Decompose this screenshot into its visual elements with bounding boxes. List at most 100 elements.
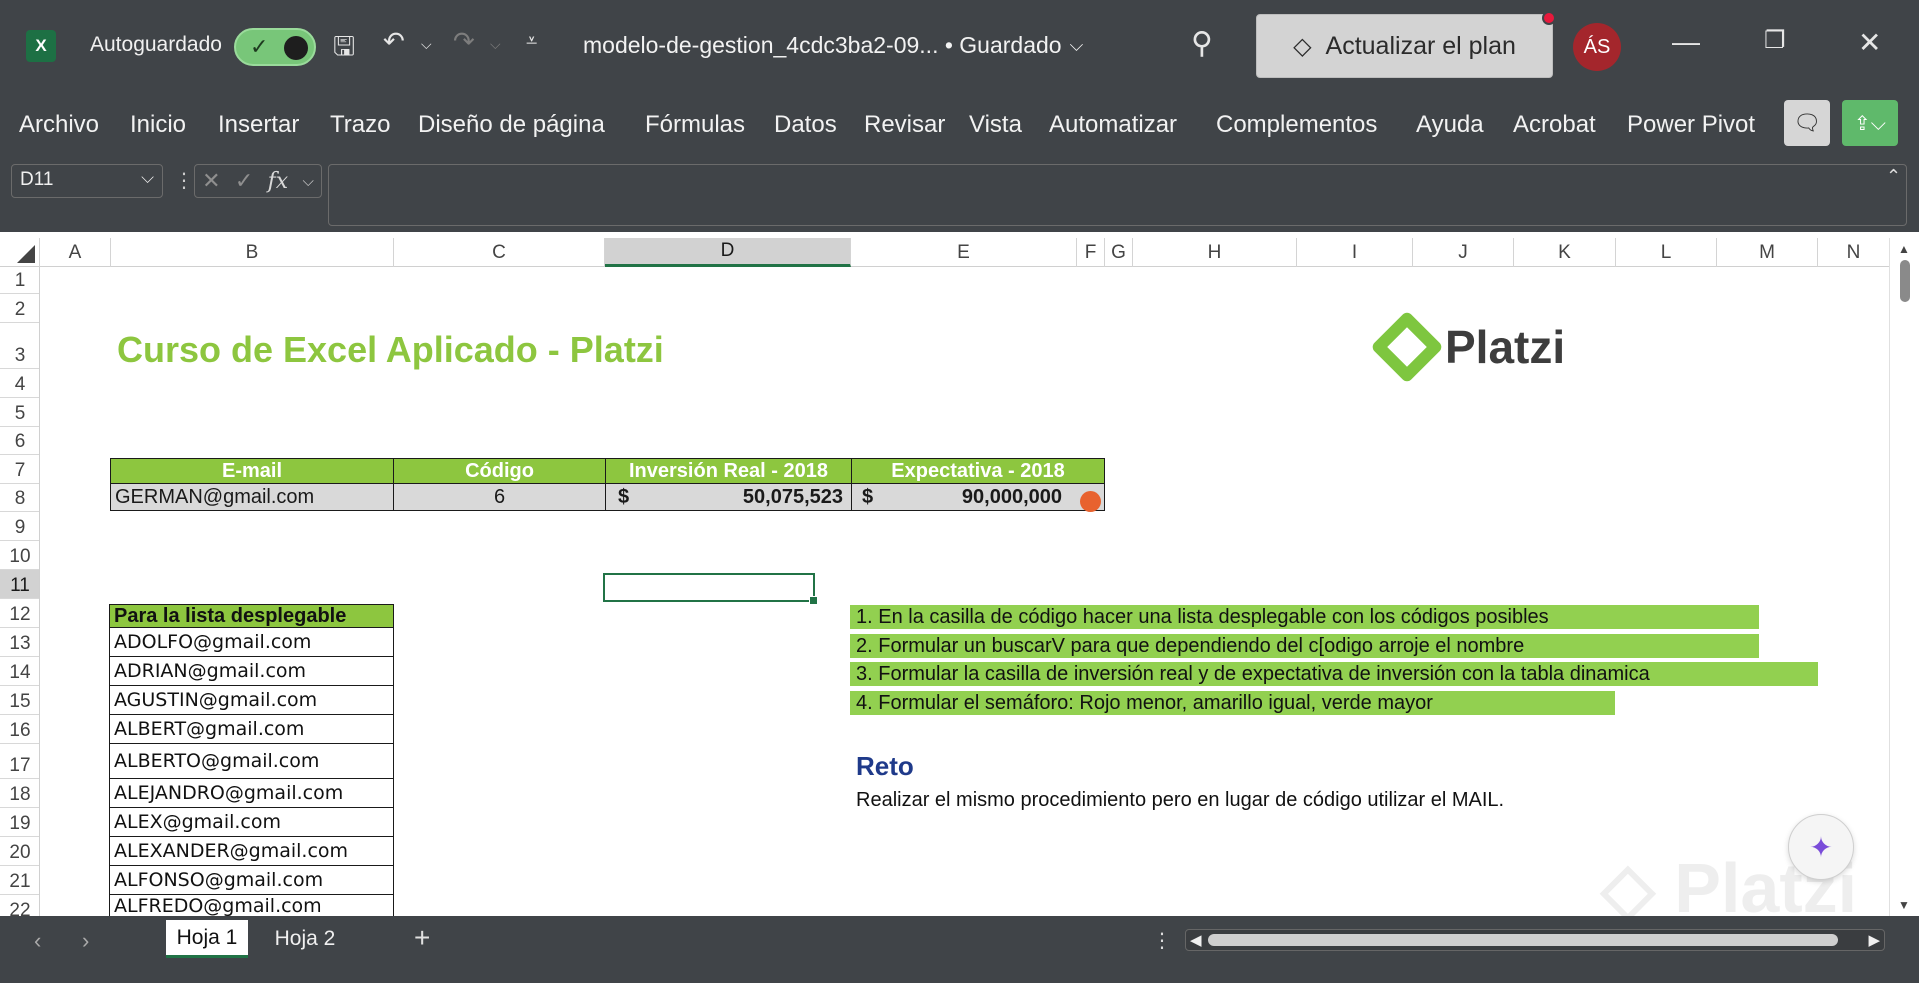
row-header-6[interactable]: 6 [0, 427, 39, 455]
row-header-16[interactable]: 16 [0, 715, 39, 744]
cell-inversion-real[interactable]: $ 50,075,523 [605, 483, 852, 511]
tab-revisar[interactable]: Revisar [864, 111, 945, 139]
row-header-11[interactable]: 11 [0, 570, 39, 599]
column-header-g[interactable]: G [1105, 238, 1133, 267]
row-header-17[interactable]: 17 [0, 744, 39, 779]
list-item[interactable]: ALFONSO@gmail.com [109, 866, 394, 895]
row-header-20[interactable]: 20 [0, 837, 39, 866]
row-header-8[interactable]: 8 [0, 484, 39, 512]
chevron-down-icon[interactable]: ⌵ [302, 173, 313, 190]
undo-icon[interactable]: ↶ [383, 26, 405, 57]
sheet-tab-hoja-1[interactable]: Hoja 1 [166, 920, 248, 958]
row-header-10[interactable]: 10 [0, 541, 39, 570]
row-header-7[interactable]: 7 [0, 455, 39, 484]
confirm-icon[interactable]: ✓ [235, 168, 253, 194]
list-item[interactable]: ALEX@gmail.com [109, 808, 394, 837]
cell-email[interactable]: GERMAN@gmail.com [110, 483, 394, 511]
column-header-j[interactable]: J [1413, 238, 1514, 267]
list-item[interactable]: ALBERTO@gmail.com [109, 744, 394, 779]
tab-vista[interactable]: Vista [969, 111, 1022, 139]
row-header-5[interactable]: 5 [0, 398, 39, 427]
platzi-logo[interactable]: Platzi [1370, 310, 1565, 384]
tab-diseno-de-pagina[interactable]: Diseño de página [418, 111, 605, 139]
list-item[interactable]: ALEXANDER@gmail.com [109, 837, 394, 866]
column-header-b[interactable]: B [111, 238, 394, 267]
header-expectativa[interactable]: Expectativa - 2018 [851, 458, 1105, 484]
header-codigo[interactable]: Código [393, 458, 606, 484]
list-item[interactable]: ALBERT@gmail.com [109, 715, 394, 744]
column-header-a[interactable]: A [40, 238, 111, 267]
minimize-icon[interactable]: — [1672, 26, 1700, 58]
close-icon[interactable]: ✕ [1858, 26, 1881, 59]
sheet-tab-hoja-2[interactable]: Hoja 2 [262, 920, 348, 958]
autosave-toggle[interactable]: ✓ [234, 28, 316, 66]
sheet-title[interactable]: Curso de Excel Aplicado - Platzi [117, 329, 664, 371]
next-sheet-icon[interactable]: › [82, 928, 89, 954]
row-header-2[interactable]: 2 [0, 294, 39, 323]
cancel-icon[interactable]: ✕ [202, 168, 220, 194]
share-button[interactable]: ⇪⌵ [1842, 100, 1898, 146]
header-inversion-real[interactable]: Inversión Real - 2018 [605, 458, 852, 484]
list-item[interactable]: AGUSTIN@gmail.com [109, 686, 394, 715]
row-header-1[interactable]: 1 [0, 267, 39, 294]
copilot-button[interactable]: ✦ [1788, 814, 1854, 880]
column-header-n[interactable]: N [1818, 238, 1889, 267]
cell-expectativa[interactable]: $ 90,000,000 [851, 483, 1105, 511]
row-header-15[interactable]: 15 [0, 686, 39, 715]
scroll-up-icon[interactable]: ▲ [1898, 242, 1910, 256]
previous-sheet-icon[interactable]: ‹ [34, 928, 41, 954]
active-cell-d11[interactable] [603, 573, 818, 605]
row-header-13[interactable]: 13 [0, 628, 39, 657]
tab-power-pivot[interactable]: Power Pivot [1627, 111, 1755, 139]
restore-icon[interactable]: ❐ [1764, 26, 1786, 55]
instruction-2[interactable]: 2. Formular un buscarV para que dependie… [850, 634, 1759, 658]
redo-icon[interactable]: ↷ [453, 26, 475, 57]
column-header-m[interactable]: M [1717, 238, 1818, 267]
tab-datos[interactable]: Datos [774, 111, 837, 139]
column-header-c[interactable]: C [394, 238, 605, 267]
avatar[interactable]: ÁS [1573, 23, 1621, 71]
header-email[interactable]: E-mail [110, 458, 394, 484]
more-options-icon[interactable]: ⋮ [1152, 928, 1172, 953]
more-options-icon[interactable]: ⋮ [174, 168, 194, 193]
reto-text[interactable]: Realizar el mismo procedimiento pero en … [856, 789, 1504, 812]
name-box[interactable]: D11 ⌵ [11, 164, 163, 198]
customize-toolbar-icon[interactable]: ⩡ [526, 30, 537, 53]
row-header-21[interactable]: 21 [0, 866, 39, 895]
column-header-k[interactable]: K [1514, 238, 1616, 267]
scroll-left-icon[interactable]: ◀ [1190, 931, 1202, 949]
redo-dropdown-icon[interactable]: ⌵ [490, 36, 501, 53]
tab-insertar[interactable]: Insertar [218, 111, 299, 139]
instruction-1[interactable]: 1. En la casilla de código hacer una lis… [850, 605, 1759, 629]
horizontal-scrollbar[interactable]: ◀ ▶ [1185, 929, 1885, 951]
select-all-button[interactable] [0, 238, 40, 267]
tab-trazo[interactable]: Trazo [330, 111, 390, 139]
save-icon[interactable]: 🖫 [333, 28, 355, 72]
tab-formulas[interactable]: Fórmulas [645, 111, 745, 139]
row-header-9[interactable]: 9 [0, 512, 39, 541]
row-header-3[interactable]: 3 [0, 323, 39, 369]
add-sheet-icon[interactable]: + [414, 922, 430, 954]
undo-dropdown-icon[interactable]: ⌵ [421, 36, 432, 53]
tab-acrobat[interactable]: Acrobat [1513, 111, 1596, 139]
formula-input[interactable] [328, 164, 1907, 226]
tab-automatizar[interactable]: Automatizar [1049, 111, 1177, 139]
row-header-22[interactable]: 22 [0, 895, 39, 916]
column-header-e[interactable]: E [851, 238, 1077, 267]
column-header-l[interactable]: L [1616, 238, 1717, 267]
upgrade-plan-button[interactable]: ◇ Actualizar el plan [1256, 11, 1556, 78]
row-header-14[interactable]: 14 [0, 657, 39, 686]
tab-archivo[interactable]: Archivo [19, 111, 99, 139]
excel-icon[interactable]: X [26, 30, 56, 62]
column-header-i[interactable]: I [1297, 238, 1413, 267]
horizontal-scroll-thumb[interactable] [1208, 934, 1838, 946]
tab-ayuda[interactable]: Ayuda [1416, 111, 1484, 139]
list-item[interactable]: ADOLFO@gmail.com [109, 628, 394, 657]
row-header-18[interactable]: 18 [0, 779, 39, 808]
column-header-f[interactable]: F [1077, 238, 1105, 267]
scroll-right-icon[interactable]: ▶ [1868, 931, 1880, 949]
instruction-4[interactable]: 4. Formular el semáforo: Rojo menor, ama… [850, 691, 1615, 715]
scroll-down-icon[interactable]: ▼ [1898, 898, 1910, 912]
list-item[interactable]: ALFREDO@gmail.com [109, 895, 394, 916]
document-title[interactable]: modelo-de-gestion_4cdc3ba2-09... • Guard… [583, 32, 1083, 59]
